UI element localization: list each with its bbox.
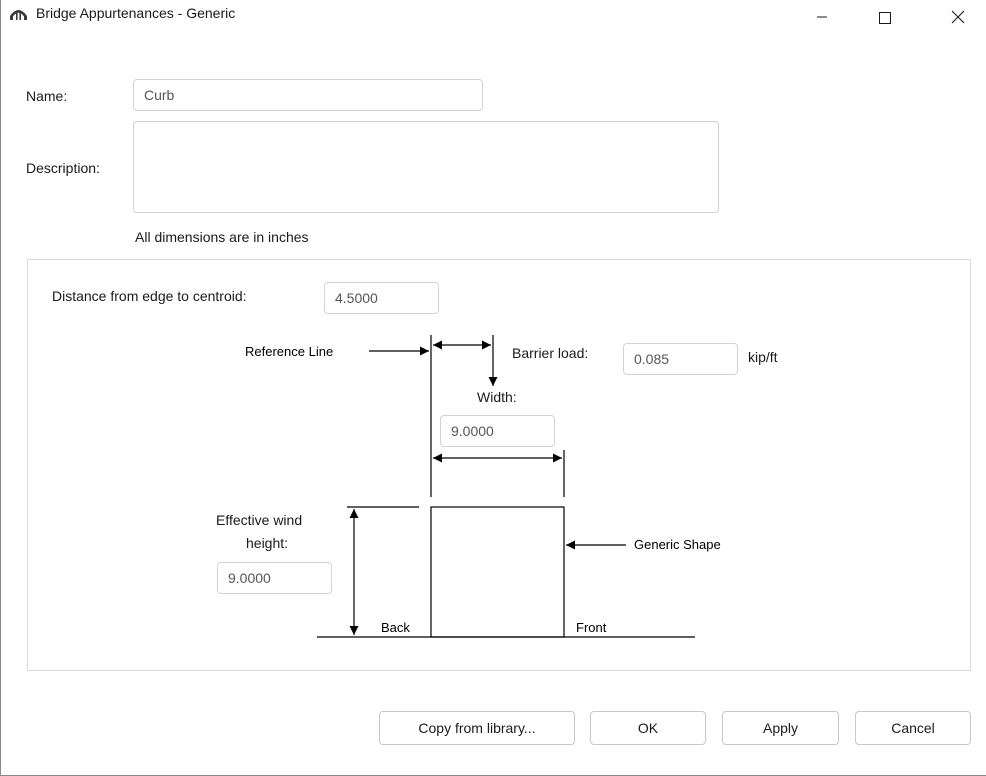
description-input[interactable] [133, 121, 719, 213]
dialog-window: Bridge Appurtenances - Generic Name: Des… [0, 0, 986, 776]
reference-line-label: Reference Line [245, 344, 334, 359]
bridge-icon [10, 10, 27, 20]
distance-input[interactable] [324, 282, 439, 314]
name-input[interactable] [133, 79, 483, 111]
ok-button[interactable]: OK [590, 711, 706, 745]
minimize-icon[interactable] [799, 3, 845, 31]
apply-button[interactable]: Apply [722, 711, 839, 745]
close-icon[interactable] [935, 3, 981, 31]
title-bar[interactable]: Bridge Appurtenances - Generic [1, 0, 986, 28]
barrier-load-label: Barrier load: [512, 345, 589, 361]
wind-height-input[interactable] [217, 562, 332, 594]
width-label: Width: [477, 389, 517, 405]
maximize-icon[interactable] [861, 3, 907, 31]
barrier-load-input[interactable] [623, 343, 738, 375]
width-input[interactable] [440, 415, 555, 447]
wind-height-label-line2: height: [246, 535, 289, 551]
barrier-load-unit: kip/ft [748, 349, 778, 365]
distance-label: Distance from edge to centroid: [52, 288, 247, 304]
name-label: Name: [26, 88, 68, 104]
back-label: Back [381, 620, 410, 635]
front-label: Front [576, 620, 607, 635]
units-note: All dimensions are in inches [135, 229, 309, 245]
wind-height-label-line1: Effective wind [216, 512, 303, 528]
copy-from-library-button[interactable]: Copy from library... [379, 711, 575, 745]
description-label: Description: [26, 160, 100, 176]
cancel-button[interactable]: Cancel [855, 711, 971, 745]
generic-shape-label: Generic Shape [634, 537, 721, 552]
dimensions-group [27, 259, 971, 671]
window-title: Bridge Appurtenances - Generic [36, 5, 236, 21]
